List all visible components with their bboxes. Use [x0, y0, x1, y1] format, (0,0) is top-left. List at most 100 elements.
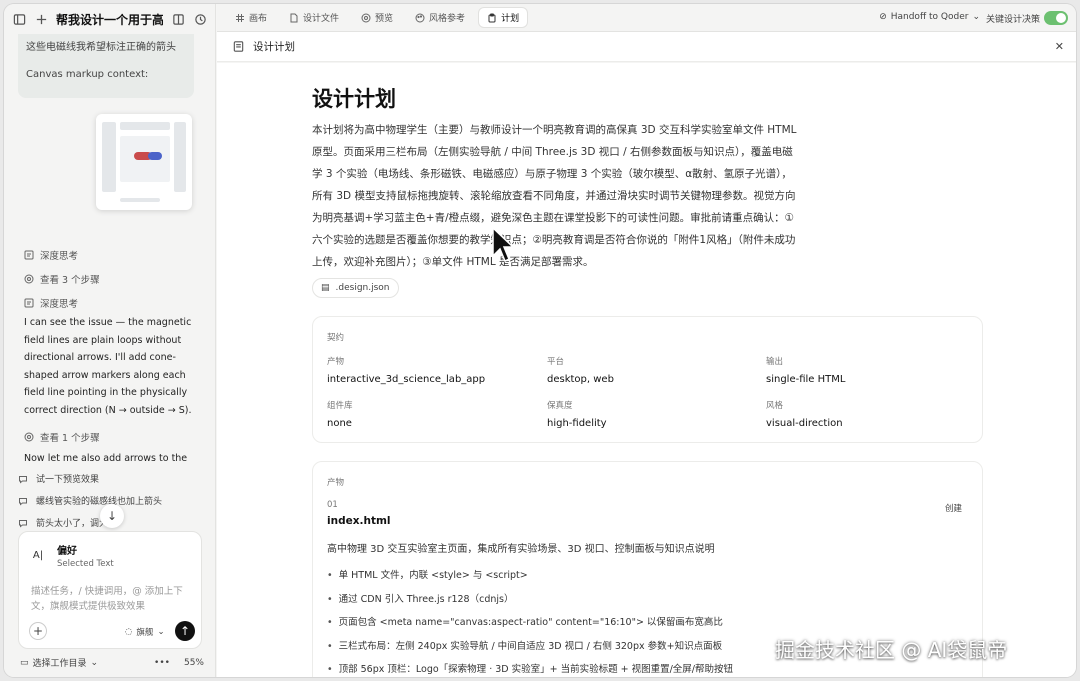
contract-field: 组件库 none — [327, 399, 353, 429]
contract-card: 契约 产物 interactive_3d_science_lab_app 平台 … — [312, 316, 983, 443]
tab-label: 预览 — [375, 14, 394, 24]
tab-canvas[interactable]: 画布 — [227, 8, 275, 27]
contract-field: 输出 single-file HTML — [766, 355, 845, 385]
contract-field: 保真度 high-fidelity — [547, 399, 607, 429]
page-title: 设计计划 — [312, 87, 396, 111]
file-icon — [290, 13, 298, 22]
hash-icon — [236, 13, 244, 22]
sidebar-toggle-icon[interactable] — [12, 12, 26, 26]
field-value: visual-direction — [766, 418, 843, 429]
new-chat-icon[interactable] — [34, 12, 48, 26]
document-header: 设计计划 — [217, 32, 1076, 62]
preference-subtitle: Selected Text — [57, 559, 114, 569]
suggestion-item[interactable]: 试一下预览效果 — [18, 472, 99, 485]
list-item: 单 HTML 文件，内联 <style> 与 <script> — [327, 564, 733, 588]
list-item: 三栏式布局：左侧 240px 实验导航 / 中间自适应 3D 视口 / 右侧 3… — [327, 635, 733, 659]
artifact-description: 高中物理 3D 交互实验室主页面，集成所有实验场景、3D 视口、控制面板与知识点… — [327, 544, 715, 555]
list-item: 页面包含 <meta name="canvas:aspect-ratio" co… — [327, 611, 733, 635]
tab-plan[interactable]: 计划 — [479, 8, 528, 27]
step-label: 深度思考 — [40, 299, 79, 310]
view-steps-button[interactable]: 查看 3 个步骤 — [24, 272, 100, 286]
tab-label: 风格参考 — [429, 14, 466, 24]
attach-button[interactable]: + — [29, 622, 47, 640]
field-key: 产物 — [327, 357, 345, 367]
more-icon[interactable]: ••• — [154, 658, 170, 668]
tab-preview[interactable]: 预览 — [353, 8, 401, 27]
preference-title: 偏好 — [57, 546, 77, 557]
step-label: 深度思考 — [40, 251, 79, 262]
folder-icon: ▭ — [20, 657, 29, 668]
thinking-step[interactable]: 深度思考 — [24, 248, 78, 262]
list-item: 通过 CDN 引入 Three.js r128（cdnjs） — [327, 588, 733, 612]
mode-label: 旗舰 — [136, 628, 154, 638]
key-decisions-toggle[interactable] — [1044, 11, 1068, 25]
workspace-selector[interactable]: 选择工作目录 — [33, 656, 87, 669]
field-key: 输出 — [766, 357, 784, 367]
context-line: 这些电磁线我希望标注正确的箭头 — [26, 42, 176, 53]
mode-icon: ◌ — [125, 627, 133, 637]
assistant-message: I can see the issue — the magnetic field… — [24, 317, 192, 416]
history-icon[interactable] — [193, 12, 207, 26]
artifact-number: 01 — [327, 500, 338, 510]
preference-chip[interactable]: A| 偏好 Selected Text — [29, 542, 114, 569]
canvas-thumbnail[interactable] — [96, 114, 192, 210]
field-key: 保真度 — [547, 401, 573, 411]
suggestion-label: 试一下预览效果 — [36, 475, 100, 485]
document-header-title: 设计计划 — [253, 41, 295, 53]
arrow-up-icon: ↑ — [179, 624, 191, 638]
step-label: 查看 3 个步骤 — [40, 275, 100, 286]
palette-icon — [415, 13, 425, 22]
chevron-down-icon: ⌄ — [90, 657, 99, 668]
eye-icon — [361, 13, 371, 22]
send-button[interactable]: ↑ — [175, 621, 195, 641]
field-value: desktop, web — [547, 374, 614, 385]
step-label: 查看 1 个步骤 — [40, 433, 100, 444]
chat-header: 帮我设计一个用于高中... — [4, 4, 215, 34]
message-input[interactable]: 描述任务，/ 快捷调用，@ 添加上下文，旗舰模式提供极致效果 — [31, 584, 195, 614]
tab-design-files[interactable]: 设计文件 — [281, 8, 347, 27]
artifact-filename: index.html — [327, 515, 391, 527]
assistant-message-partial: Now let me also add arrows to the — [24, 453, 188, 464]
text-selection-icon: A| — [32, 550, 44, 561]
section-label: 契约 — [327, 333, 345, 343]
tab-style-reference[interactable]: 风格参考 — [407, 8, 473, 27]
suggestion-label: 螺线管实验的磁感线也加上箭头 — [36, 497, 163, 507]
canvas-context-card: 这些电磁线我希望标注正确的箭头 Canvas markup context: — [18, 34, 194, 98]
view-steps-button[interactable]: 查看 1 个步骤 — [24, 430, 100, 444]
design-json-chip[interactable]: ▤ .design.json — [312, 278, 399, 298]
suggestion-label: 箭头太小了，调大 — [36, 519, 109, 529]
suggestion-item[interactable]: 箭头太小了，调大 — [18, 516, 108, 529]
clipboard-icon — [488, 13, 496, 22]
book-icon[interactable] — [171, 12, 185, 26]
handoff-button[interactable]: ⊘ Handoff to Qoder ⌄ — [879, 12, 980, 22]
mode-selector[interactable]: ◌ 旗舰 ⌄ — [125, 626, 165, 638]
context-label: Canvas markup context: — [26, 69, 149, 80]
field-key: 平台 — [547, 357, 565, 367]
suggestion-item[interactable]: 螺线管实验的磁感线也加上箭头 — [18, 494, 162, 507]
thinking-step[interactable]: 深度思考 — [24, 296, 78, 310]
workspace-footer: ▭ 选择工作目录 ⌄ ••• 55% — [20, 656, 204, 670]
mouse-cursor-icon — [492, 226, 513, 263]
key-decisions-label: 关键设计决策 — [985, 15, 1040, 25]
artifact-requirements: 单 HTML 文件，内联 <style> 与 <script> 通过 CDN 引… — [327, 564, 733, 677]
chat-sidebar: 帮我设计一个用于高中... 这些电磁线我希望标注正确的箭头 Canvas mar… — [4, 4, 216, 677]
field-value: high-fidelity — [547, 418, 607, 429]
tab-label: 设计文件 — [303, 14, 340, 24]
field-value: single-file HTML — [766, 374, 846, 385]
handoff-label: Handoff to Qoder — [890, 12, 969, 22]
field-key: 风格 — [766, 401, 784, 411]
artifact-action-badge: 创建 — [944, 504, 962, 514]
field-value: interactive_3d_science_lab_app — [327, 374, 486, 385]
contract-field: 风格 visual-direction — [766, 399, 843, 429]
qoder-icon: ⊘ — [879, 12, 887, 22]
field-value: none — [327, 418, 352, 429]
close-icon[interactable]: ✕ — [1055, 40, 1064, 53]
contract-field: 产物 interactive_3d_science_lab_app — [327, 355, 485, 385]
field-key: 组件库 — [327, 401, 353, 411]
scroll-down-button[interactable]: ↓ — [100, 504, 124, 528]
section-label: 产物 — [327, 478, 345, 488]
tab-label: 计划 — [501, 14, 520, 24]
list-item: 顶部 56px 顶栏：Logo「探索物理 · 3D 实验室」+ 当前实验标题 +… — [327, 658, 733, 677]
context-usage: 55% — [183, 657, 204, 668]
tab-bar: 画布 设计文件 预览 风格参考 计划 ⊘ Handoff to Qoder ⌄ … — [217, 4, 1076, 32]
